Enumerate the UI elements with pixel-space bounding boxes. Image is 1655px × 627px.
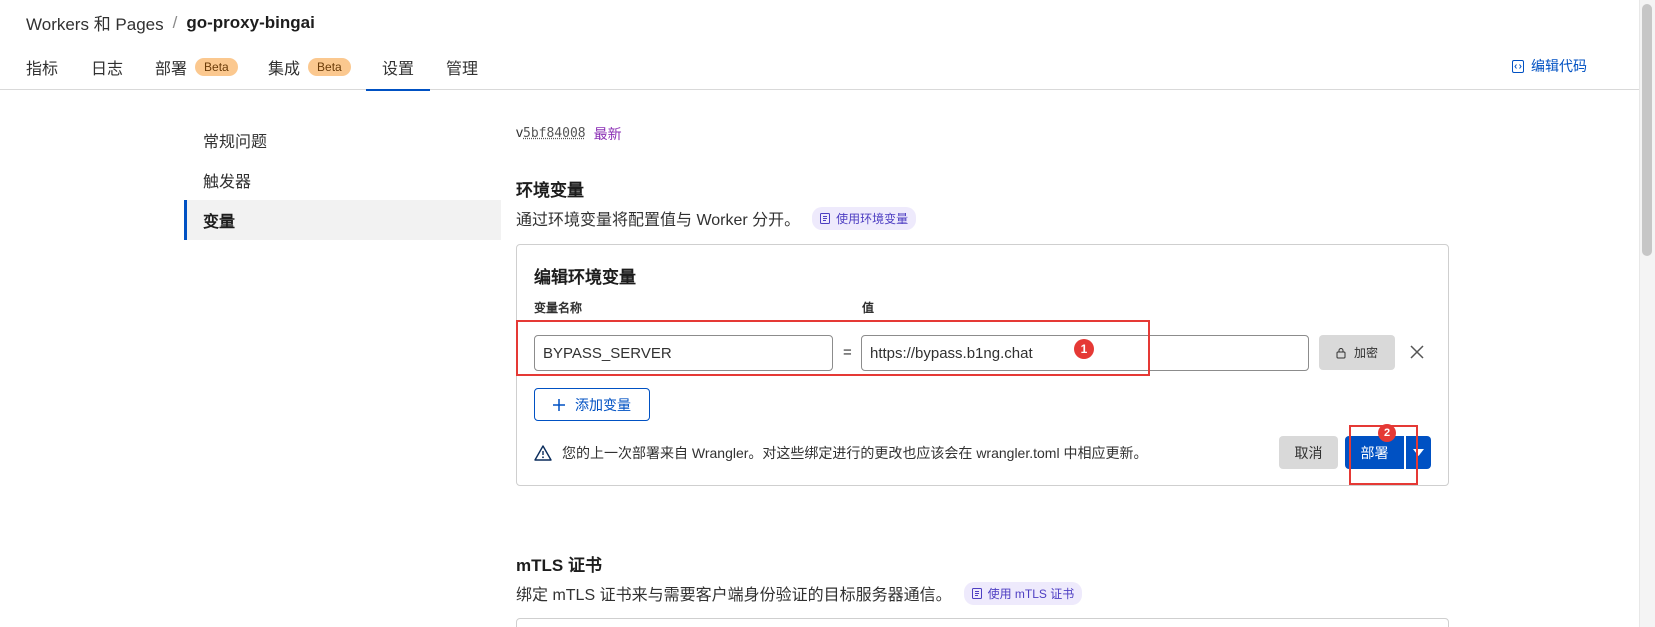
code-icon: [1512, 59, 1524, 73]
version-hash: 5bf84008: [523, 126, 586, 141]
sidenav-item-label: 变量: [203, 214, 236, 231]
breadcrumb-separator: /: [172, 12, 178, 32]
beta-badge: Beta: [308, 58, 351, 76]
variable-value-text: https://bypass.b1ng.chat: [870, 344, 1033, 362]
tab-label: 集成: [268, 61, 301, 78]
variable-value-label: 值: [862, 301, 875, 315]
mtls-docs-link[interactable]: 使用 mTLS 证书: [963, 581, 1083, 605]
sidenav-item-label: 常规问题: [203, 134, 268, 151]
encrypt-button[interactable]: 加密: [1319, 335, 1395, 370]
latest-tag: 最新: [593, 126, 622, 142]
tab-label: 管理: [446, 61, 479, 78]
plus-icon: [553, 398, 565, 411]
page-scrollbar[interactable]: [1639, 0, 1655, 627]
deploy-button[interactable]: 部署: [1345, 436, 1404, 469]
equals-sign: =: [843, 344, 852, 361]
close-icon: [1410, 345, 1424, 359]
env-section-description: 通过环境变量将配置值与 Worker 分开。 使用环境变量: [516, 206, 917, 230]
version-id[interactable]: v5bf84008: [516, 124, 586, 144]
beta-badge: Beta: [195, 58, 238, 76]
edit-code-label: 编辑代码: [1531, 58, 1587, 74]
card-title: 编辑环境变量: [534, 268, 636, 287]
tab-metrics[interactable]: 指标: [26, 44, 58, 90]
mtls-section-title: mTLS 证书: [516, 556, 602, 575]
tab-manage[interactable]: 管理: [446, 44, 478, 90]
cancel-button[interactable]: 取消: [1279, 436, 1338, 469]
tab-bar: 指标 日志 部署 Beta 集成 Beta 设置 管理: [0, 44, 1640, 91]
variable-name-input[interactable]: BYPASS_SERVER: [534, 335, 833, 371]
warning-text: 您的上一次部署来自 Wrangler。对这些绑定进行的更改也应该会在 wrang…: [562, 445, 1148, 461]
sidenav-item-general[interactable]: 常规问题: [184, 120, 501, 160]
edit-env-vars-card: 编辑环境变量 变量名称 值 BYPASS_SERVER = https://by…: [516, 244, 1449, 486]
scrollbar-thumb[interactable]: [1642, 4, 1652, 256]
mtls-docs-label: 使用 mTLS 证书: [987, 586, 1075, 601]
annotation-marker-1: 1: [1074, 339, 1094, 359]
breadcrumb-parent-link[interactable]: Workers 和 Pages: [26, 10, 164, 35]
tab-label: 指标: [26, 61, 59, 78]
tab-integrations[interactable]: 集成 Beta: [268, 44, 351, 90]
version-info: v5bf84008 最新: [516, 124, 622, 144]
docs-icon: [820, 212, 831, 224]
mtls-card: [516, 618, 1449, 627]
tab-label: 日志: [91, 61, 124, 78]
remove-variable-button[interactable]: [1407, 342, 1427, 362]
tab-label: 部署: [155, 61, 188, 78]
env-docs-link[interactable]: 使用环境变量: [812, 206, 917, 230]
tab-logs[interactable]: 日志: [91, 44, 123, 90]
tab-deployments[interactable]: 部署 Beta: [155, 44, 238, 90]
env-description-text: 通过环境变量将配置值与 Worker 分开。: [516, 212, 801, 229]
edit-code-link[interactable]: 编辑代码: [1512, 56, 1587, 76]
caret-down-icon: [1413, 449, 1424, 456]
tab-settings[interactable]: 设置: [366, 44, 430, 91]
mtls-description-text: 绑定 mTLS 证书来与需要客户端身份验证的目标服务器通信。: [516, 587, 952, 604]
add-variable-label: 添加变量: [575, 396, 631, 413]
settings-sidenav: 常规问题 触发器 变量: [184, 120, 501, 240]
deploy-options-button[interactable]: [1406, 436, 1431, 469]
mtls-section-description: 绑定 mTLS 证书来与需要客户端身份验证的目标服务器通信。 使用 mTLS 证…: [516, 581, 1083, 605]
annotation-marker-2: 2: [1378, 424, 1396, 442]
version-prefix: v: [516, 124, 523, 140]
add-variable-button[interactable]: 添加变量: [534, 388, 650, 421]
env-docs-label: 使用环境变量: [836, 211, 909, 226]
sidenav-item-variables[interactable]: 变量: [184, 200, 501, 240]
variable-name-label: 变量名称: [534, 301, 583, 315]
sidenav-item-triggers[interactable]: 触发器: [184, 160, 501, 200]
tab-label: 设置: [381, 60, 414, 78]
wrangler-warning: 您的上一次部署来自 Wrangler。对这些绑定进行的更改也应该会在 wrang…: [534, 443, 1147, 463]
encrypt-label: 加密: [1354, 345, 1379, 360]
breadcrumb: Workers 和 Pages / go-proxy-bingai: [26, 10, 315, 35]
lock-icon: [1336, 347, 1346, 358]
variable-name-value: BYPASS_SERVER: [543, 344, 672, 362]
breadcrumb-current: go-proxy-bingai: [186, 12, 315, 32]
env-section-title: 环境变量: [516, 181, 584, 200]
sidenav-item-label: 触发器: [203, 174, 252, 191]
warning-icon: [534, 445, 552, 461]
docs-icon: [971, 587, 982, 599]
